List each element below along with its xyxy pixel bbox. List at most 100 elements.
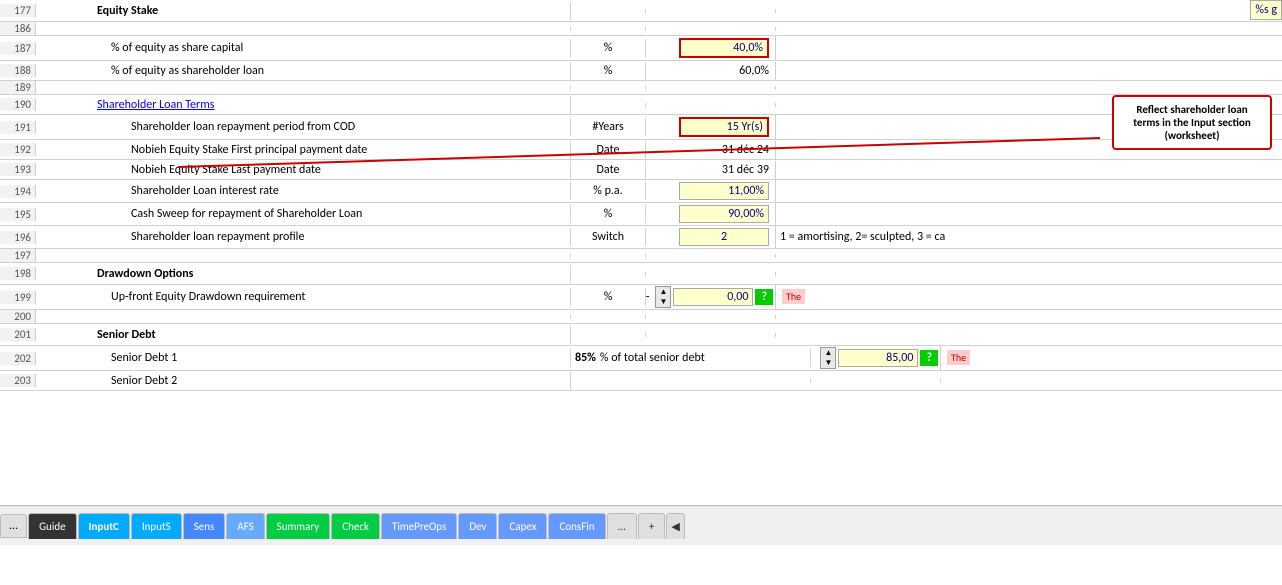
input-repayment-profile[interactable]: 2 [679, 228, 769, 246]
tab-nav-left[interactable]: ◀ [666, 513, 684, 539]
label-187: % of equity as share capital [91, 39, 571, 57]
tab-sens[interactable]: Sens [183, 513, 226, 539]
input-equity-share[interactable]: 40,0% [679, 38, 769, 58]
table-row: 193 Nobieh Equity Stake Last payment dat… [0, 160, 1282, 180]
row-num-194: 194 [0, 185, 36, 198]
note-202: The [941, 349, 1282, 367]
tab-check[interactable]: Check [331, 513, 380, 539]
input-repayment-period[interactable]: 15 Yr(s) [679, 117, 769, 137]
annotation-box: Reflect shareholder loan terms in the In… [1112, 95, 1272, 150]
unit-196: Switch [571, 228, 646, 246]
shareholder-loan-terms-label[interactable]: Shareholder Loan Terms [97, 98, 214, 112]
value-193: 31 déc 39 [646, 161, 776, 179]
table-row: 198 Drawdown Options [0, 263, 1282, 285]
unit-202: 85% % of total senior debt [571, 349, 811, 367]
value-192: 31 déc 24 [646, 141, 776, 159]
tab-inputc[interactable]: InputC [78, 513, 130, 539]
note-196: 1 = amortising, 2= sculpted, 3 = ca [776, 228, 1282, 246]
tab-inputs[interactable]: InputS [131, 513, 182, 539]
tab-more[interactable]: ... [607, 513, 637, 539]
spinner-up-199[interactable]: ▲ [656, 287, 670, 297]
row-num-187: 187 [0, 42, 36, 55]
unit-194: % p.a. [571, 182, 646, 200]
annotation-text: Reflect shareholder loan terms in the In… [1133, 103, 1251, 142]
table-row: 177 Equity Stake [0, 0, 1282, 22]
label-192: Nobieh Equity Stake First principal paym… [91, 141, 571, 159]
prefix-199: - [646, 290, 650, 304]
label-201: Senior Debt [91, 326, 571, 344]
row-num-200: 200 [0, 310, 36, 323]
input-cash-sweep[interactable]: 90,00% [679, 205, 769, 223]
label-196: Shareholder loan repayment profile [91, 228, 571, 246]
table-row: 199 Up-front Equity Drawdown requirement… [0, 285, 1282, 310]
table-row: 189 [0, 81, 1282, 95]
tab-summary[interactable]: Summary [266, 513, 331, 539]
the-note-199: The [782, 289, 805, 304]
row-num-192: 192 [0, 143, 36, 156]
label-177: Equity Stake [91, 2, 571, 20]
value-199: - ▲ ▼ 0,00 ? [646, 285, 776, 309]
table-row: 203 Senior Debt 2 [0, 371, 1282, 391]
row-num-177: 177 [0, 4, 36, 17]
unit-177 [571, 9, 646, 13]
label-194: Shareholder Loan interest rate [91, 182, 571, 200]
table-row: 186 [0, 22, 1282, 36]
table-row: 187 % of equity as share capital % 40,0% [0, 36, 1282, 61]
row-num-191: 191 [0, 121, 36, 134]
the-note-202: The [947, 350, 970, 365]
green-question-199[interactable]: ? [755, 289, 773, 305]
spreadsheet: %s g 177 Equity Stake 186 187 % of equit… [0, 0, 1282, 545]
spinner-199[interactable]: ▲ ▼ [655, 286, 671, 308]
table-row: 200 [0, 310, 1282, 324]
row-num-199: 199 [0, 291, 36, 304]
spinner-202[interactable]: ▲ ▼ [820, 347, 836, 369]
table-row: 202 Senior Debt 1 85% % of total senior … [0, 346, 1282, 371]
spinner-down-202[interactable]: ▼ [821, 358, 835, 368]
tab-add[interactable]: + [638, 513, 665, 539]
unit-187: % [571, 39, 646, 57]
row-num-203: 203 [0, 374, 36, 387]
row-num-190: 190 [0, 98, 36, 111]
tab-consfin[interactable]: ConsFin [548, 513, 605, 539]
tab-timepreops[interactable]: TimePreOps [381, 513, 457, 539]
label-191: Shareholder loan repayment period from C… [91, 118, 571, 136]
value-194: 11,00% [646, 180, 776, 202]
top-right-cell: %s g [1250, 0, 1282, 20]
row-num-202: 202 [0, 352, 36, 365]
note-199: The [776, 288, 1282, 306]
value-196: 2 [646, 226, 776, 248]
value-191: 15 Yr(s) [646, 115, 776, 139]
tab-guide[interactable]: Guide [28, 513, 77, 539]
value-187: 40,0% [646, 36, 776, 60]
table-row: 191 Shareholder loan repayment period fr… [0, 115, 1282, 140]
label-188: % of equity as shareholder loan [91, 62, 571, 80]
green-question-202[interactable]: ? [920, 350, 938, 366]
table-row: 197 [0, 249, 1282, 263]
unit-text-202: % of total senior debt [600, 351, 705, 365]
unit-193: Date [571, 161, 646, 179]
tab-afs[interactable]: AFS [226, 513, 264, 539]
input-interest-rate[interactable]: 11,00% [679, 182, 769, 200]
unit-191: #Years [571, 118, 646, 136]
tab-capex[interactable]: Capex [498, 513, 547, 539]
table-row: 194 Shareholder Loan interest rate % p.a… [0, 180, 1282, 203]
row-num-189: 189 [0, 81, 36, 94]
spinner-down-199[interactable]: ▼ [656, 297, 670, 307]
label-190: Shareholder Loan Terms [91, 96, 571, 114]
tab-dev[interactable]: Dev [458, 513, 497, 539]
row-num-201: 201 [0, 328, 36, 341]
input-senior-debt1[interactable]: 85,00 [838, 349, 918, 367]
input-drawdown[interactable]: 0,00 [673, 288, 753, 306]
label-195: Cash Sweep for repayment of Shareholder … [91, 205, 571, 223]
value-195: 90,00% [646, 203, 776, 225]
unit-192: Date [571, 141, 646, 159]
row-num-196: 196 [0, 231, 36, 244]
tab-scroll-left[interactable]: ... [0, 514, 27, 538]
row-num-195: 195 [0, 208, 36, 221]
label-198: Drawdown Options [91, 265, 571, 283]
spinner-up-202[interactable]: ▲ [821, 348, 835, 358]
label-199: Up-front Equity Drawdown requirement [91, 288, 571, 306]
table-row: 201 Senior Debt [0, 324, 1282, 346]
table-row: 190 Shareholder Loan Terms [0, 95, 1282, 115]
tabs-bar: ... Guide InputC InputS Sens AFS Summary… [0, 505, 1282, 545]
